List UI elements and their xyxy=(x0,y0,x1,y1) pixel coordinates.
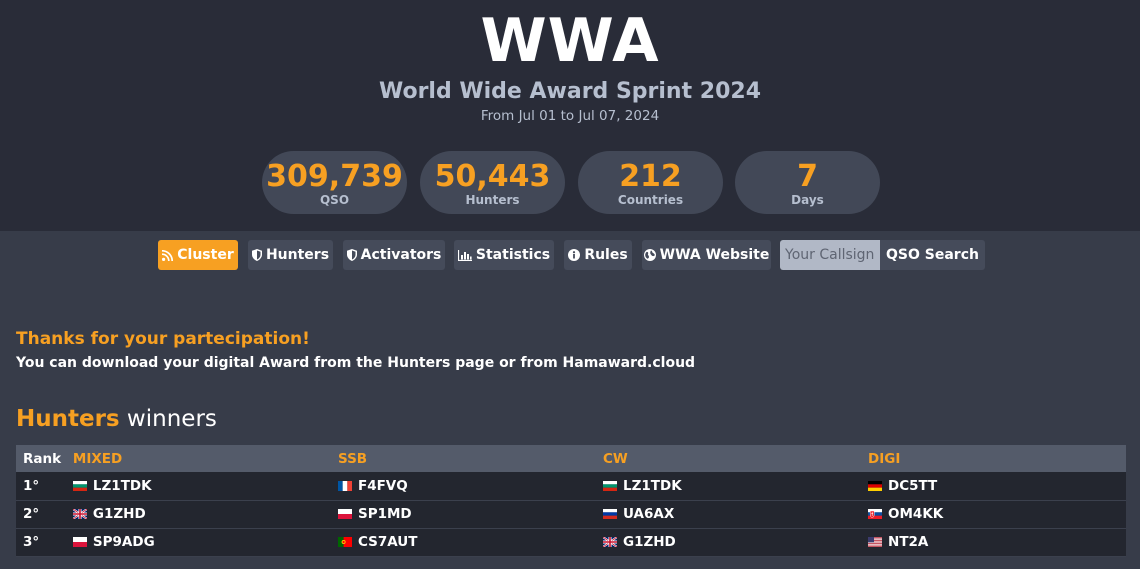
table-row: 2° G1ZHD SP1MD UA6AX OM4KK xyxy=(16,500,1126,529)
bar-chart-icon xyxy=(457,250,472,262)
nav-cluster-label: Cluster xyxy=(177,247,234,263)
winner-cell: OM4KK xyxy=(861,500,1126,529)
callsign-link[interactable]: NT2A xyxy=(888,534,928,550)
callsign-link[interactable]: OM4KK xyxy=(888,506,943,522)
column-header-cw: CW xyxy=(596,445,862,472)
stat-label: Countries xyxy=(617,193,684,207)
usa-flag-icon xyxy=(868,537,883,547)
france-flag-icon xyxy=(337,480,352,491)
germany-flag-icon xyxy=(868,480,883,491)
poland-flag-icon xyxy=(337,509,352,519)
nav-statistics-button[interactable]: Statistics xyxy=(454,240,554,270)
uk-flag-icon xyxy=(603,537,617,547)
callsign-link[interactable]: SP9ADG xyxy=(93,534,155,550)
shield-icon xyxy=(251,249,262,261)
winners-heading-rest: winners xyxy=(119,406,217,432)
winner-cell: F4FVQ xyxy=(330,472,596,501)
download-notice: You can download your digital Award from… xyxy=(16,355,696,371)
nav-cluster-button[interactable]: Cluster xyxy=(158,240,238,270)
event-title: World Wide Award Sprint 2024 xyxy=(378,79,762,104)
winners-heading: Hunters winners xyxy=(16,404,217,434)
wwa-logo: WWA xyxy=(480,6,660,76)
winner-cell: SP1MD xyxy=(330,500,596,529)
nav-website-button[interactable]: WWA Website xyxy=(642,240,771,270)
stat-value: 212 xyxy=(619,159,682,194)
slovakia-flag-icon xyxy=(868,509,883,519)
stat-label: QSO xyxy=(319,193,350,207)
rank-cell: 2° xyxy=(16,500,66,529)
stat-label: Days xyxy=(791,193,824,207)
qso-search-button[interactable]: QSO Search xyxy=(880,240,985,270)
callsign-link[interactable]: G1ZHD xyxy=(623,534,676,550)
callsign-link[interactable]: F4FVQ xyxy=(358,478,408,494)
winner-cell: CS7AUT xyxy=(330,528,596,557)
callsign-link[interactable]: SP1MD xyxy=(358,506,412,522)
winners-table: Rank MIXED SSB CW DIGI 1° LZ1TDK F4FVQ L… xyxy=(16,445,1126,557)
stat-value: 7 xyxy=(797,159,818,194)
nav-statistics-label: Statistics xyxy=(475,247,551,263)
uk-flag-icon xyxy=(72,509,87,519)
nav-hunters-label: Hunters xyxy=(265,247,330,263)
column-header-digi: DIGI xyxy=(861,445,1126,472)
column-header-ssb: SSB xyxy=(330,445,596,472)
nav-website-label: WWA Website xyxy=(659,247,770,263)
info-icon xyxy=(568,249,581,261)
nav-activators-button[interactable]: Activators xyxy=(343,240,445,270)
callsign-search-input[interactable] xyxy=(780,240,880,270)
rss-icon xyxy=(162,249,174,262)
stat-label: Hunters xyxy=(465,193,520,207)
callsign-link[interactable]: LZ1TDK xyxy=(623,478,682,494)
page-header: WWA World Wide Award Sprint 2024 From Ju… xyxy=(0,0,1140,231)
stat-hunters: 50,443 Hunters xyxy=(420,151,565,214)
bulgaria-flag-icon xyxy=(72,480,87,491)
event-dates: From Jul 01 to Jul 07, 2024 xyxy=(480,108,660,124)
column-header-rank: Rank xyxy=(16,445,66,472)
bulgaria-flag-icon xyxy=(603,480,617,491)
column-header-mixed: MIXED xyxy=(65,445,331,472)
globe-icon xyxy=(643,249,656,261)
winner-cell: G1ZHD xyxy=(65,500,331,529)
callsign-link[interactable]: UA6AX xyxy=(623,506,674,522)
winner-cell: DC5TT xyxy=(861,472,1126,501)
stat-days: 7 Days xyxy=(735,151,880,214)
stat-value: 309,739 xyxy=(266,159,403,194)
rank-cell: 3° xyxy=(16,528,66,557)
nav-hunters-button[interactable]: Hunters xyxy=(248,240,333,270)
winners-heading-highlight: Hunters xyxy=(16,406,120,432)
stat-value: 50,443 xyxy=(434,159,551,194)
portugal-flag-icon xyxy=(337,537,352,547)
russia-flag-icon xyxy=(603,509,617,519)
winner-cell: UA6AX xyxy=(596,500,862,529)
winner-cell: LZ1TDK xyxy=(65,472,331,501)
rank-cell: 1° xyxy=(16,472,66,501)
winner-cell: LZ1TDK xyxy=(596,472,862,501)
table-row: 3° SP9ADG CS7AUT G1ZHD NT2A xyxy=(16,528,1126,557)
callsign-link[interactable]: G1ZHD xyxy=(93,506,146,522)
stat-countries: 212 Countries xyxy=(578,151,723,214)
shield-icon xyxy=(346,249,357,261)
nav-activators-label: Activators xyxy=(360,247,442,263)
stat-qso: 309,739 QSO xyxy=(262,151,407,214)
thanks-heading: Thanks for your partecipation! xyxy=(16,329,310,349)
winner-cell: NT2A xyxy=(861,528,1126,557)
nav-rules-button[interactable]: Rules xyxy=(564,240,632,270)
table-header-row: Rank MIXED SSB CW DIGI xyxy=(16,445,1126,472)
winner-cell: G1ZHD xyxy=(596,528,862,557)
callsign-link[interactable]: LZ1TDK xyxy=(93,478,152,494)
callsign-link[interactable]: CS7AUT xyxy=(358,534,417,550)
winner-cell: SP9ADG xyxy=(65,528,331,557)
callsign-link[interactable]: DC5TT xyxy=(888,478,937,494)
table-row: 1° LZ1TDK F4FVQ LZ1TDK DC5TT xyxy=(16,472,1126,501)
poland-flag-icon xyxy=(72,537,87,547)
nav-rules-label: Rules xyxy=(584,247,628,263)
